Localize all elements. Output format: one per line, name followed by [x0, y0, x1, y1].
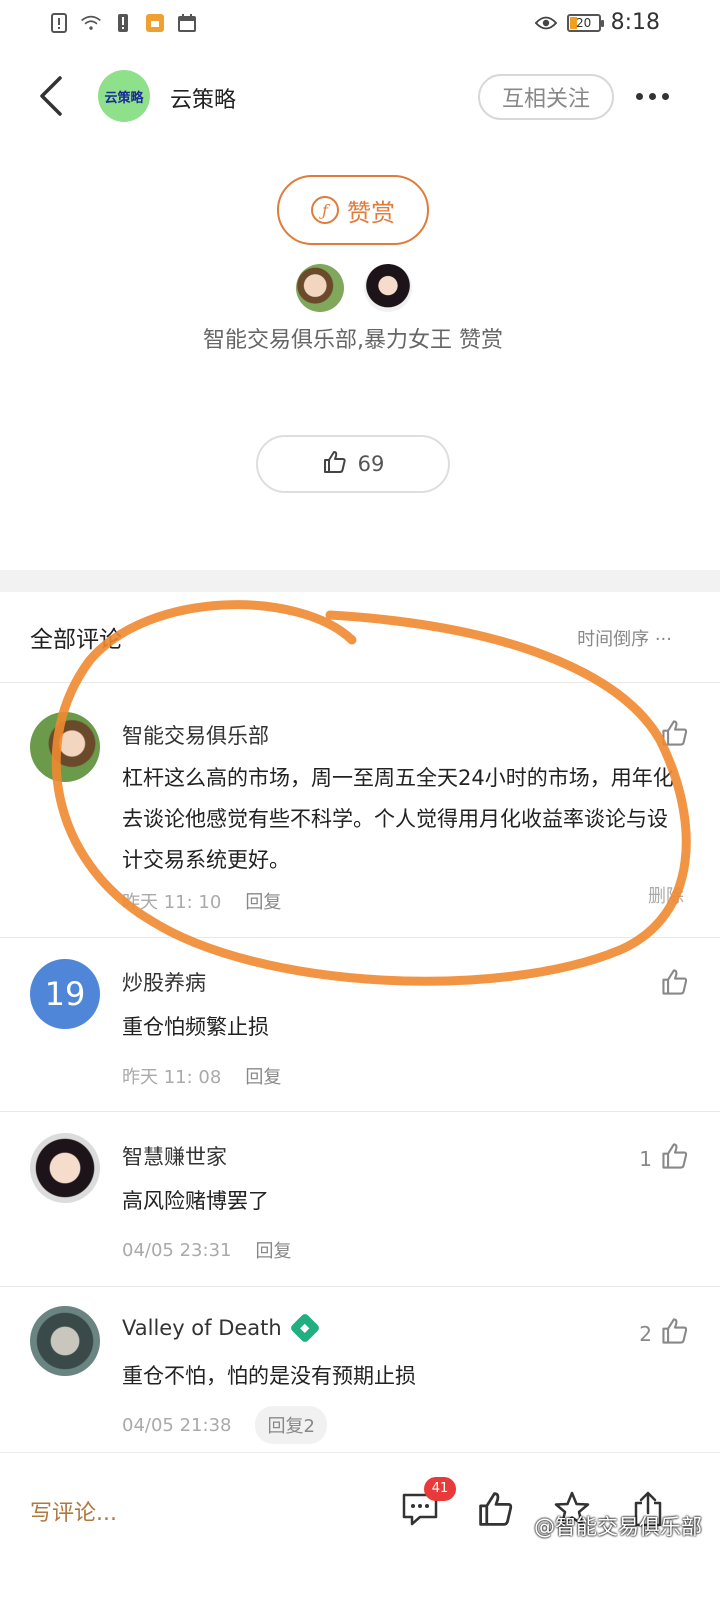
status-bar: 20 8:18	[0, 0, 720, 48]
reward-donors	[296, 264, 412, 312]
donor-avatar[interactable]	[364, 264, 412, 312]
clock: 8:18	[610, 10, 660, 35]
verified-icon: ◆	[289, 1312, 321, 1344]
eye-icon	[534, 12, 557, 34]
comment-meta: 昨天 11: 10 回复	[122, 888, 281, 914]
like-button[interactable]: 69	[256, 435, 450, 493]
commenter-name[interactable]: 智能交易俱乐部	[122, 720, 269, 750]
comment-text: 杠杆这么高的市场，周一至周五全天24小时的市场，用年化去谈论他感觉有些不科学。个…	[122, 766, 674, 872]
comment-item: 智慧赚世家 1 高风险赌博罢了 04/05 23:31 回复	[0, 1111, 720, 1286]
alert-icon	[48, 12, 70, 34]
reply-button[interactable]: 回复	[245, 888, 281, 914]
comment-like-button[interactable]: 1	[639, 1141, 690, 1176]
comments-icon[interactable]: 41	[400, 1477, 456, 1529]
comment-time: 昨天 11: 10	[122, 892, 222, 913]
comment-meta: 04/05 21:38 回复2	[122, 1406, 327, 1444]
commenter-avatar[interactable]	[30, 1306, 100, 1376]
section-divider	[0, 570, 720, 592]
commenter-name[interactable]: Valley of Death	[122, 1316, 282, 1340]
comment-like-count: 2	[639, 1321, 652, 1346]
back-icon[interactable]	[34, 74, 74, 118]
account-name[interactable]: 云策略	[170, 82, 236, 114]
sort-toggle[interactable]: 时间倒序 ···	[577, 625, 672, 651]
thumbs-up-icon	[660, 1141, 690, 1176]
account-avatar[interactable]: 云策略	[98, 70, 150, 122]
comment-like-button[interactable]: 2	[639, 1316, 690, 1351]
delete-button[interactable]: 删除	[648, 882, 684, 908]
comment-time: 04/05 21:38	[122, 1414, 232, 1436]
app-notification-icon	[144, 12, 166, 34]
comment-count-badge: 41	[424, 1477, 456, 1501]
comment-meta: 昨天 11: 08 回复	[122, 1063, 281, 1089]
comment-like-button[interactable]	[660, 718, 690, 753]
comment-item: Valley of Death ◆ 2 重仓不怕，怕的是没有预期止损 04/05…	[0, 1286, 720, 1452]
thumbs-up-icon	[660, 1316, 690, 1351]
thumbs-up-icon	[322, 449, 348, 480]
coin-icon: ƒ	[311, 196, 339, 224]
follow-button[interactable]: 互相关注	[478, 74, 614, 120]
comment-text: 高风险赌博罢了	[122, 1189, 269, 1213]
watermark: @智能交易俱乐部	[534, 1515, 702, 1539]
comment-time: 昨天 11: 08	[122, 1067, 222, 1088]
reward-button[interactable]: ƒ 赞赏	[277, 175, 429, 245]
comment-meta: 04/05 23:31 回复	[122, 1237, 291, 1263]
reply-button[interactable]: 回复	[245, 1063, 281, 1089]
comment-item: 19 炒股养病 重仓怕频繁止损 昨天 11: 08 回复	[0, 937, 720, 1111]
reward-donors-text: 智能交易俱乐部,暴力女王 赞赏	[203, 328, 503, 353]
commenter-name-row[interactable]: Valley of Death ◆	[122, 1312, 321, 1344]
comment-like-count: 1	[639, 1146, 652, 1171]
battery-icon: 20	[566, 13, 604, 32]
sim-alert-icon	[112, 12, 134, 34]
thumbs-up-icon[interactable]	[476, 1489, 516, 1529]
calendar-icon	[176, 12, 198, 34]
more-icon[interactable]	[636, 84, 680, 108]
commenter-name[interactable]: 炒股养病	[122, 967, 206, 997]
reward-label: 赞赏	[347, 198, 395, 227]
comment-item: 智能交易俱乐部 杠杆这么高的市场，周一至周五全天24小时的市场，用年化去谈论他感…	[0, 682, 720, 937]
donor-avatar[interactable]	[296, 264, 344, 312]
comments-title: 全部评论	[30, 627, 122, 653]
comment-like-button[interactable]	[660, 967, 690, 1002]
header: 云策略 云策略 互相关注	[0, 60, 720, 140]
commenter-name[interactable]: 智慧赚世家	[122, 1141, 227, 1171]
comment-time: 04/05 23:31	[122, 1239, 232, 1261]
commenter-avatar[interactable]: 19	[30, 959, 100, 1029]
reply-button[interactable]: 回复	[255, 1237, 291, 1263]
comment-text: 重仓怕频繁止损	[122, 1015, 269, 1039]
comment-text: 重仓不怕，怕的是没有预期止损	[122, 1364, 416, 1388]
write-comment-input[interactable]: 写评论...	[30, 1495, 117, 1527]
bottom-bar: 写评论... 41 @智能交易俱乐部	[0, 1452, 720, 1600]
like-count: 69	[357, 452, 385, 476]
thumbs-up-icon	[660, 718, 690, 753]
reply-button[interactable]: 回复2	[255, 1406, 327, 1444]
commenter-avatar[interactable]	[30, 712, 100, 782]
commenter-avatar[interactable]	[30, 1133, 100, 1203]
wifi-icon	[80, 12, 102, 34]
thumbs-up-icon	[660, 967, 690, 1002]
